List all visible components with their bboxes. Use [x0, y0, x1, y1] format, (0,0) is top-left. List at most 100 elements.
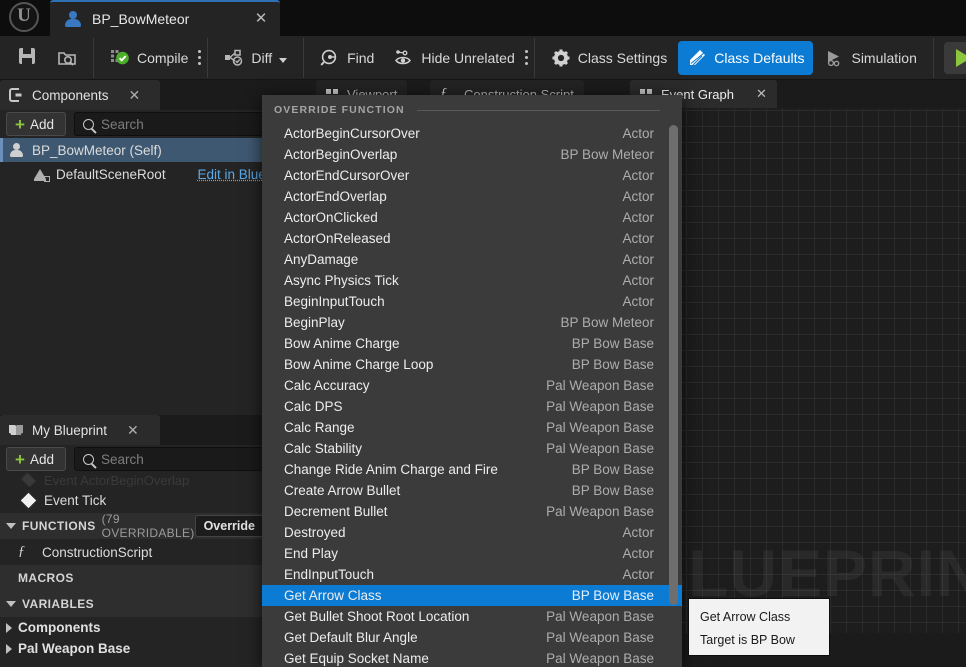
gear-icon [551, 48, 571, 68]
browse-content-icon [57, 48, 77, 68]
variable-row-components[interactable]: Components [0, 617, 270, 638]
override-function-row[interactable]: Get Default Blur Angle Pal Weapon Base [262, 627, 682, 648]
override-function-row[interactable]: ActorBeginCursorOver Actor [262, 123, 682, 144]
override-function-row[interactable]: ActorOnClicked Actor [262, 207, 682, 228]
override-function-row[interactable]: ActorBeginOverlap BP Bow Meteor [262, 144, 682, 165]
override-function-row[interactable]: Async Physics Tick Actor [262, 270, 682, 291]
play-icon[interactable] [955, 48, 966, 67]
override-function-class: Pal Weapon Base [546, 504, 654, 519]
section-macros[interactable]: MACROS [0, 565, 270, 591]
toolbar-divider [932, 37, 934, 78]
hide-unrelated-options-kebab-icon[interactable] [524, 41, 528, 75]
override-function-row[interactable]: Create Arrow Bullet BP Bow Base [262, 480, 682, 501]
override-function-row[interactable]: Calc Accuracy Pal Weapon Base [262, 375, 682, 396]
tab-components[interactable]: Components ✕ [0, 80, 160, 110]
triangle-down-icon[interactable] [6, 523, 16, 529]
component-row-self[interactable]: BP_BowMeteor (Self) [0, 138, 300, 162]
save-button[interactable] [8, 41, 46, 75]
plus-icon: + [15, 449, 25, 469]
override-function-name: Get Equip Socket Name [284, 651, 429, 666]
override-function-row[interactable]: Calc Range Pal Weapon Base [262, 417, 682, 438]
document-tab-bp-bowmeteor[interactable]: BP_BowMeteor ✕ [50, 0, 280, 36]
override-function-row[interactable]: Destroyed Actor [262, 522, 682, 543]
override-function-row[interactable]: Get Equip Socket Name Pal Weapon Base [262, 648, 682, 667]
override-function-class: BP Bow Base [571, 336, 654, 351]
override-function-row[interactable]: Bow Anime Charge BP Bow Base [262, 333, 682, 354]
tooltip-subtitle: Target is BP Bow Base [700, 633, 795, 667]
override-function-name: Change Ride Anim Charge and Fire [284, 462, 498, 477]
override-function-class: Actor [622, 252, 654, 267]
override-function-class: BP Bow Base [571, 483, 654, 498]
event-tick-label: Event Tick [44, 492, 107, 508]
close-icon[interactable]: ✕ [756, 86, 767, 102]
override-function-row[interactable]: EndInputTouch Actor [262, 564, 682, 585]
override-function-row[interactable]: ActorEndCursorOver Actor [262, 165, 682, 186]
override-function-row[interactable]: Calc Stability Pal Weapon Base [262, 438, 682, 459]
override-function-name: Calc Accuracy [284, 378, 370, 393]
search-icon [82, 118, 94, 130]
my-blueprint-panel-body: + Add Search Event ActorBeginOverlap Eve… [0, 445, 279, 667]
override-function-class: Actor [622, 567, 654, 582]
list-item[interactable]: Event ActorBeginOverlap [0, 473, 270, 487]
triangle-down-icon[interactable] [6, 601, 16, 607]
plus-icon: + [15, 114, 25, 134]
browse-content-button[interactable] [48, 41, 86, 75]
override-function-class: BP Bow Base [571, 357, 654, 372]
close-icon[interactable]: ✕ [127, 422, 139, 439]
component-row-default-scene-root[interactable]: DefaultSceneRoot Edit in Blueprint [0, 162, 300, 186]
diff-button[interactable]: Diff [215, 41, 296, 75]
variable-row-pal-weapon-base[interactable]: Pal Weapon Base [0, 638, 270, 659]
tab-my-blueprint[interactable]: My Blueprint ✕ [0, 415, 160, 445]
chevron-down-icon[interactable] [279, 50, 288, 66]
section-functions[interactable]: FUNCTIONS (79 OVERRIDABLE) Override [0, 512, 279, 540]
override-function-row[interactable]: End Play Actor [262, 543, 682, 564]
override-function-menu[interactable]: OVERRIDE FUNCTION ActorBeginCursorOver Ac… [262, 95, 682, 667]
simulation-label: Simulation [851, 49, 917, 66]
class-settings-button[interactable]: Class Settings [542, 41, 676, 75]
triangle-right-icon[interactable] [6, 643, 12, 654]
list-item-event-tick[interactable]: Event Tick [0, 487, 270, 513]
override-menu-scrollbar[interactable] [669, 125, 678, 605]
override-function-name: Calc Range [284, 420, 355, 435]
override-function-row[interactable]: BeginInputTouch Actor [262, 291, 682, 312]
variable-row-label: Pal Weapon Base [18, 641, 131, 656]
override-function-row[interactable]: Decrement Bullet Pal Weapon Base [262, 501, 682, 522]
override-function-row[interactable]: BeginPlay BP Bow Meteor [262, 312, 682, 333]
document-tab-label: BP_BowMeteor [92, 11, 190, 27]
simulation-button[interactable]: Simulation [815, 41, 925, 75]
section-variables[interactable]: VARIABLES [0, 591, 270, 617]
add-component-button[interactable]: + Add [6, 112, 66, 136]
override-function-row[interactable]: Calc DPS Pal Weapon Base [262, 396, 682, 417]
find-button[interactable]: Find [311, 41, 383, 75]
my-blueprint-search-input[interactable]: Search [73, 447, 264, 471]
override-function-list[interactable]: ActorBeginCursorOver Actor ActorBeginOverl… [262, 123, 682, 667]
simulate-icon [824, 48, 844, 68]
override-function-row[interactable]: Get Bullet Shoot Root Location Pal Weapon… [262, 606, 682, 627]
triangle-right-icon[interactable] [6, 622, 12, 633]
override-function-row[interactable]: AnyDamage Actor [262, 249, 682, 270]
override-function-row[interactable]: ActorOnReleased Actor [262, 228, 682, 249]
list-item-construction-script[interactable]: ƒ ConstructionScript [0, 539, 270, 565]
unreal-engine-logo[interactable]: U [6, 1, 42, 35]
compile-button[interactable]: Compile [101, 41, 197, 75]
override-function-class: Actor [622, 189, 654, 204]
components-search-input[interactable]: Search [73, 112, 294, 136]
override-function-row[interactable]: Bow Anime Charge Loop BP Bow Base [262, 354, 682, 375]
add-blueprint-item-button[interactable]: + Add [6, 447, 66, 471]
components-panel-body: + Add Search BP_BowMeteor (Self) Default… [0, 110, 300, 425]
override-function-row[interactable]: Get Arrow Class BP Bow Base [262, 585, 682, 606]
hide-unrelated-button[interactable]: Hide Unrelated [385, 41, 523, 75]
close-icon[interactable]: ✕ [129, 87, 141, 104]
compile-check-icon [110, 48, 130, 68]
override-menu-header: OVERRIDE FUNCTION [262, 99, 682, 121]
class-defaults-button[interactable]: Class Defaults [678, 40, 814, 75]
logo-glyph: U [17, 5, 31, 26]
override-function-name: ActorBeginOverlap [284, 147, 398, 162]
override-function-row[interactable]: Change Ride Anim Charge and Fire BP Bow B… [262, 459, 682, 480]
override-function-name: EndInputTouch [284, 567, 375, 582]
close-icon[interactable]: ✕ [252, 10, 270, 28]
override-function-name: ActorOnClicked [284, 210, 378, 225]
compile-options-kebab-icon[interactable] [198, 41, 202, 75]
override-function-row[interactable]: ActorEndOverlap Actor [262, 186, 682, 207]
override-function-name: ActorEndOverlap [284, 189, 387, 204]
